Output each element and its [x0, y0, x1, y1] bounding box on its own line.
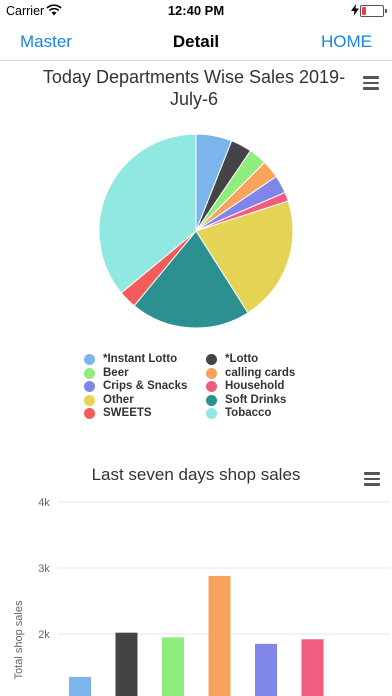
legend-marker: [206, 394, 217, 406]
legend-marker: [84, 408, 95, 419]
hamburger-menu-icon[interactable]: [363, 76, 379, 93]
legend-label: Beer: [103, 366, 129, 379]
legend-marker: [206, 408, 217, 419]
legend-label: Soft Drinks: [225, 393, 287, 406]
legend-label: Household: [225, 380, 285, 392]
status-time: 12:40 PM: [167, 3, 225, 18]
pie-chart: [98, 133, 294, 329]
home-button[interactable]: HOME: [321, 32, 372, 52]
navigation-bar: Master Detail HOME: [0, 22, 392, 61]
legend-marker: [84, 354, 95, 365]
y-tick-label: 2k: [38, 629, 50, 641]
legend-marker: [84, 381, 95, 392]
legend-marker: [206, 381, 217, 392]
legend-label: Crips & Snacks: [103, 380, 188, 392]
bar[interactable]: [301, 639, 324, 696]
hamburger-menu-icon[interactable]: [364, 472, 380, 489]
legend-marker: [84, 394, 95, 406]
legend-label: calling cards: [225, 366, 296, 379]
charging-icon: [351, 4, 359, 16]
legend-marker: [84, 367, 95, 379]
legend-label: *Instant Lotto: [103, 353, 178, 365]
bar[interactable]: [115, 632, 138, 696]
y-axis-label: Total shop sales: [13, 600, 25, 679]
legend-label: Tobacco: [225, 407, 272, 419]
y-tick-label: 3k: [38, 563, 50, 575]
legend-label: *Lotto: [225, 353, 259, 365]
bar[interactable]: [208, 575, 231, 696]
bar[interactable]: [255, 643, 277, 696]
pie-chart-title: Today Departments Wise Sales 2019-July-6: [42, 67, 346, 109]
legend-label: SWEETS: [103, 407, 152, 419]
legend-label: Other: [103, 393, 134, 406]
y-tick-label: 4k: [38, 497, 50, 509]
bar-chart-title: Last seven days shop sales: [91, 465, 301, 484]
bar-chart: 4k 3k 2k Total shop sales: [13, 497, 390, 696]
bar[interactable]: [162, 637, 184, 696]
legend-marker: [206, 367, 217, 379]
bar[interactable]: [69, 676, 91, 696]
battery-icon: [360, 5, 387, 17]
status-bar: Carrier 12:40 PM: [0, 0, 392, 22]
legend-marker: [206, 354, 217, 365]
